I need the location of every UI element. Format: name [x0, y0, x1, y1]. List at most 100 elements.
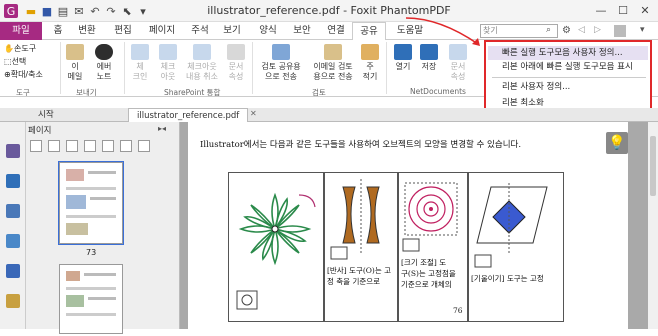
gear-icon[interactable]: ⚙	[562, 25, 571, 36]
page-tool-icon[interactable]	[84, 140, 96, 152]
tab-convert[interactable]: 변환	[72, 22, 102, 40]
tab-document[interactable]: illustrator_reference.pdf	[128, 108, 248, 122]
page-tool-icon[interactable]	[66, 140, 78, 152]
email-icon	[66, 44, 84, 60]
ribbon-tabs: 파일 홈 변환 편집 페이지 주석 보기 양식 보안 연결 공유 도움말 찾기 …	[0, 22, 658, 41]
email-review-icon	[324, 44, 342, 60]
page-tool-icon[interactable]	[120, 140, 132, 152]
figure-reflect: [반사] 도구(O)는 고 정 축을 기준으로	[324, 172, 398, 322]
menu-item-show-qat-below[interactable]: 리본 아래에 빠른 실행 도구모음 표시	[488, 60, 648, 74]
collapse-panel-icon[interactable]: ▸◂	[158, 124, 166, 133]
send-group-label: 보내기	[76, 88, 97, 97]
sp-doc-properties-button[interactable]: 문서 속성	[224, 44, 248, 82]
lightbulb-icon[interactable]: 💡	[606, 132, 628, 154]
tab-security[interactable]: 보안	[288, 22, 316, 40]
page-thumbnail[interactable]	[58, 161, 124, 245]
comments-icon[interactable]	[6, 234, 20, 248]
netdocs-save-label: 저장	[421, 62, 437, 71]
send-shared-review-label: 검토 공유용 으로 전송	[261, 62, 301, 81]
menu-item-customize-qat[interactable]: 빠른 실행 도구모음 사용자 정의...	[488, 46, 648, 60]
send-email-review-button[interactable]: 이메일 검토 용으로 전송	[308, 44, 358, 82]
thumbnail-preview	[66, 169, 116, 235]
minimize-button[interactable]: —	[590, 2, 612, 20]
document-tabs: 시작 illustrator_reference.pdf ✕	[0, 108, 658, 122]
evernote-button[interactable]: 에버 노트	[90, 44, 118, 82]
tab-page[interactable]: 페이지	[142, 22, 182, 40]
select-tool-label: 선택	[11, 57, 27, 66]
group-separator	[60, 42, 61, 94]
menu-item-customize-ribbon[interactable]: 리본 사용자 정의...	[488, 80, 648, 94]
back-icon[interactable]: ◁	[578, 25, 585, 35]
tab-home[interactable]: 홈	[48, 22, 68, 40]
hand-icon: ✋	[4, 44, 14, 53]
avatar[interactable]	[614, 25, 626, 37]
tab-connect[interactable]: 연결	[322, 22, 350, 40]
select-tool[interactable]: ⬚선택	[4, 55, 43, 68]
close-button[interactable]: ✕	[634, 2, 656, 20]
zoom-tool[interactable]: ⊕확대/축소	[4, 68, 43, 81]
scrollbar-thumb[interactable]	[650, 136, 656, 196]
sharepoint-group-label: SharePoint 통합	[164, 88, 221, 97]
intro-paragraph: Illustrator에서는 다음과 같은 도구들을 사용하여 오브젝트의 모양…	[200, 140, 522, 150]
zoom-tool-label: 확대/축소	[10, 70, 43, 79]
page-tool-icon[interactable]	[102, 140, 114, 152]
netdocs-save-button[interactable]: 저장	[418, 44, 440, 72]
page-thumbnail[interactable]	[59, 264, 123, 334]
ribbon-options-icon[interactable]: ▾	[640, 25, 645, 35]
search-icon[interactable]: ⌕	[546, 25, 551, 35]
select-icon: ⬚	[4, 57, 12, 66]
page-tool-icon[interactable]	[30, 140, 42, 152]
page-tool-icon[interactable]	[48, 140, 60, 152]
tab-edit[interactable]: 편집	[108, 22, 138, 40]
title-bar: G ▬ ■ ▤ ✉ ↶ ↷ ⬉ ▾ illustrator_reference.…	[0, 0, 658, 22]
maximize-button[interactable]: ☐	[612, 2, 634, 20]
close-tab-icon[interactable]: ✕	[250, 109, 257, 118]
email-button[interactable]: 이 메일	[64, 44, 86, 82]
netdocs-open-label: 열기	[395, 62, 411, 71]
tab-form[interactable]: 양식	[254, 22, 282, 40]
netdocs-properties-button[interactable]: 문서 속성	[446, 44, 470, 82]
menu-separator	[492, 77, 646, 78]
group-separator	[386, 42, 387, 94]
shear-illustration	[474, 183, 548, 268]
checkin-button[interactable]: 체 크인	[128, 44, 152, 82]
tab-view[interactable]: 보기	[218, 22, 246, 40]
cancel-checkout-button[interactable]: 체크아웃 내용 취소	[182, 44, 222, 82]
track-button[interactable]: 주 적기	[360, 44, 380, 82]
track-label: 주 적기	[362, 62, 378, 81]
page-tool-icon[interactable]	[138, 140, 150, 152]
attachments-icon[interactable]	[6, 264, 20, 278]
email-label: 이 메일	[67, 62, 83, 81]
doc-properties-icon	[227, 44, 245, 60]
hand-tool[interactable]: ✋손도구	[4, 42, 43, 55]
tab-file[interactable]: 파일	[0, 22, 42, 40]
forward-icon[interactable]: ▷	[594, 25, 601, 35]
checkout-button[interactable]: 체크 아웃	[156, 44, 180, 82]
vertical-scrollbar[interactable]	[648, 122, 658, 329]
pages-icon[interactable]	[6, 144, 20, 158]
send-shared-review-button[interactable]: 검토 공유용 으로 전송	[256, 44, 306, 82]
checkin-icon	[131, 44, 149, 60]
pdf-page: Illustrator에서는 다음과 같은 도구들을 사용하여 오브젝트의 모양…	[188, 122, 628, 329]
track-icon	[361, 44, 379, 60]
tab-comment[interactable]: 주석	[186, 22, 214, 40]
scale-illustration	[402, 182, 458, 252]
tab-start[interactable]: 시작	[30, 108, 120, 122]
window-title: illustrator_reference.pdf - Foxit Phanto…	[207, 4, 451, 17]
zoom-icon: ⊕	[4, 70, 11, 79]
checkin-label: 체 크인	[132, 62, 148, 81]
netdocs-open-button[interactable]: 열기	[392, 44, 414, 72]
group-separator	[252, 42, 253, 94]
tab-share[interactable]: 공유	[352, 22, 386, 41]
reflect-illustration	[330, 179, 380, 260]
layers-icon[interactable]	[6, 204, 20, 218]
page-number-label: 73	[86, 248, 97, 257]
checkout-label: 체크 아웃	[160, 62, 176, 81]
tools-group-label: 도구	[16, 88, 30, 97]
page-number: 76	[453, 306, 463, 315]
security-icon[interactable]	[6, 294, 20, 308]
bookmarks-icon[interactable]	[6, 174, 20, 188]
flower-illustration	[236, 192, 316, 310]
pages-panel: 페이지 ▸◂ 73	[26, 122, 180, 334]
checkout-icon	[159, 44, 177, 60]
